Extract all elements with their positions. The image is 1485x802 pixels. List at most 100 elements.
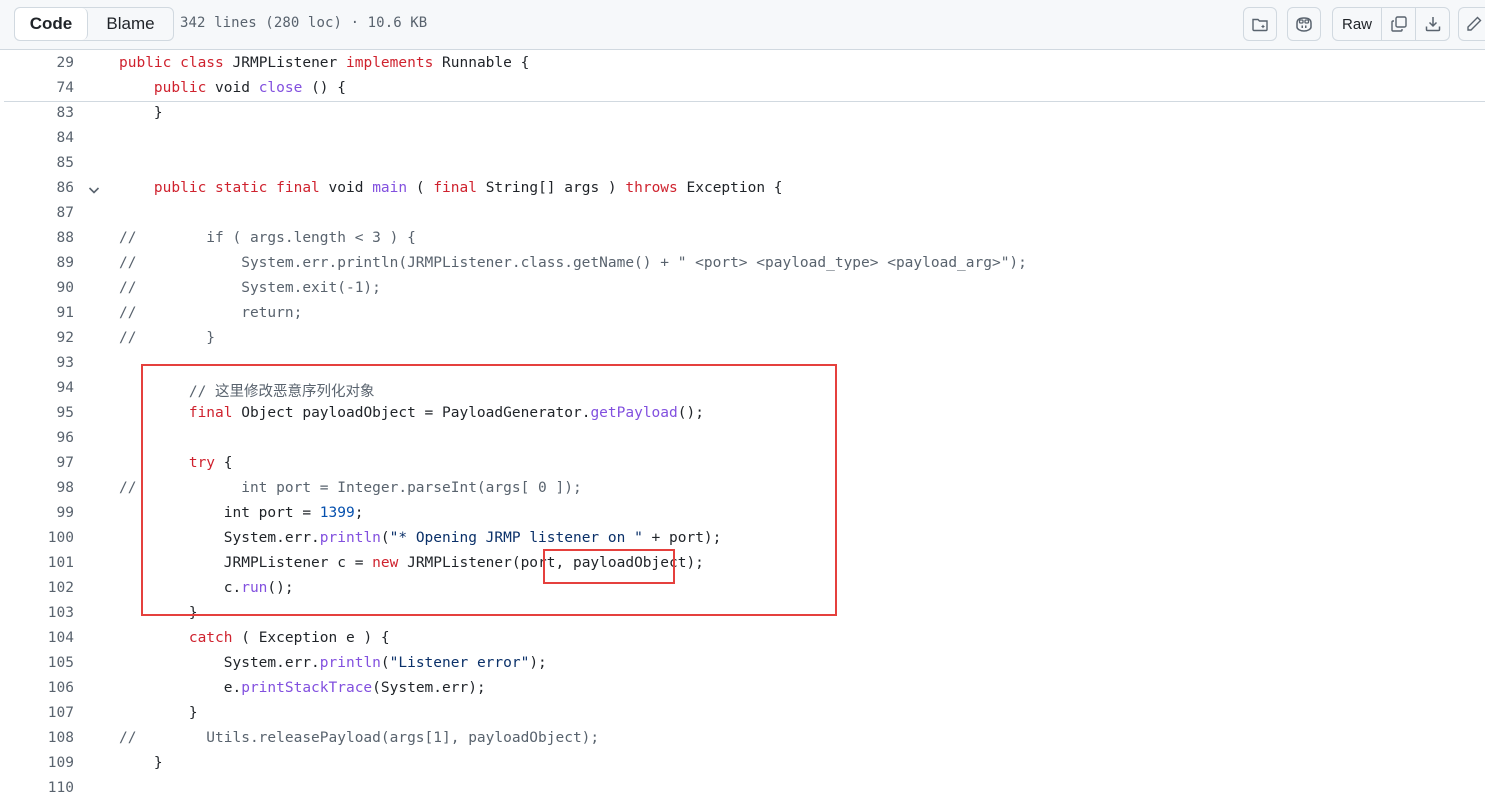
edit-pencil-icon xyxy=(1465,15,1483,33)
code-line: 93 xyxy=(0,352,1485,377)
line-number[interactable]: 90 xyxy=(22,280,74,296)
line-number[interactable]: 87 xyxy=(22,205,74,221)
code-line: 74 public void close () { xyxy=(0,77,1485,102)
line-number[interactable]: 95 xyxy=(22,405,74,421)
raw-button[interactable]: Raw xyxy=(1333,8,1381,40)
code-token: JRMPListener xyxy=(232,55,346,71)
copilot-button[interactable] xyxy=(1287,7,1321,41)
line-number[interactable]: 85 xyxy=(22,155,74,171)
line-number[interactable]: 97 xyxy=(22,455,74,471)
ask-copilot-folder-icon xyxy=(1251,15,1269,33)
line-number[interactable]: 84 xyxy=(22,130,74,146)
code-token: "* Opening JRMP listener on " xyxy=(389,530,643,546)
code-token: new xyxy=(372,555,408,571)
line-number[interactable]: 92 xyxy=(22,330,74,346)
code-token: e. xyxy=(119,680,242,696)
code-text: public class JRMPListener implements Run… xyxy=(119,55,529,71)
code-token: JRMPListener(port, payloadObject); xyxy=(407,555,704,571)
code-token: JRMPListener c = xyxy=(119,555,373,571)
line-number[interactable]: 96 xyxy=(22,430,74,446)
code-token: println xyxy=(319,530,381,546)
copilot-icon xyxy=(1294,15,1314,33)
line-number[interactable]: 110 xyxy=(22,780,74,796)
line-number[interactable]: 109 xyxy=(22,755,74,771)
code-text: // return; xyxy=(119,305,302,321)
line-number[interactable]: 98 xyxy=(22,480,74,496)
line-number[interactable]: 105 xyxy=(22,655,74,671)
download-icon xyxy=(1424,15,1442,33)
code-text: } xyxy=(119,605,198,621)
code-text: JRMPListener c = new JRMPListener(port, … xyxy=(119,555,704,571)
copy-icon xyxy=(1390,15,1408,33)
line-number[interactable]: 100 xyxy=(22,530,74,546)
line-number[interactable]: 108 xyxy=(22,730,74,746)
edit-button[interactable] xyxy=(1458,7,1485,41)
code-text: c.run(); xyxy=(119,580,294,596)
line-number[interactable]: 103 xyxy=(22,605,74,621)
code-line: 90 // System.exit(-1); xyxy=(0,277,1485,302)
code-line: 83 } xyxy=(0,102,1485,127)
code-line: 100 System.err.println("* Opening JRMP l… xyxy=(0,527,1485,552)
code-token: // int port = Integer.parseInt(args[ 0 ]… xyxy=(119,480,582,496)
line-number[interactable]: 88 xyxy=(22,230,74,246)
code-line: 87 xyxy=(0,202,1485,227)
code-token: void xyxy=(215,80,259,96)
download-button[interactable] xyxy=(1415,8,1449,40)
code-text: e.printStackTrace(System.err); xyxy=(119,680,486,696)
code-token: c. xyxy=(119,580,242,596)
code-text: } xyxy=(119,705,198,721)
line-number[interactable]: 86 xyxy=(22,180,74,196)
code-token: String[] args ) xyxy=(485,180,626,196)
line-number[interactable]: 83 xyxy=(22,105,74,121)
code-token: + port); xyxy=(642,530,722,546)
code-token: System.err. xyxy=(119,655,320,671)
code-line: 109 } xyxy=(0,752,1485,777)
code-token: // if ( args.length < 3 ) { xyxy=(119,230,416,246)
line-number[interactable]: 93 xyxy=(22,355,74,371)
code-line: 29 public class JRMPListener implements R… xyxy=(0,52,1485,77)
code-line: 99 int port = 1399; xyxy=(0,502,1485,527)
code-tab[interactable]: Code xyxy=(15,8,88,40)
copy-button[interactable] xyxy=(1381,8,1415,40)
code-text: // } xyxy=(119,330,215,346)
line-number[interactable]: 102 xyxy=(22,580,74,596)
code-token: ( xyxy=(380,530,390,546)
code-text: int port = 1399; xyxy=(119,505,364,521)
line-number[interactable]: 91 xyxy=(22,305,74,321)
code-text: // System.err.println(JRMPListener.class… xyxy=(119,255,1027,271)
blame-tab[interactable]: Blame xyxy=(88,8,173,40)
line-number[interactable]: 89 xyxy=(22,255,74,271)
line-number[interactable]: 104 xyxy=(22,630,74,646)
code-text: final Object payloadObject = PayloadGene… xyxy=(119,405,704,421)
code-line: 94 // 这里修改恶意序列化对象 xyxy=(0,377,1485,402)
code-text: System.err.println("* Opening JRMP liste… xyxy=(119,530,722,546)
code-text: } xyxy=(119,755,163,771)
chevron-down-icon[interactable] xyxy=(86,182,102,198)
code-token: run xyxy=(241,580,268,596)
line-number[interactable]: 99 xyxy=(22,505,74,521)
code-token: ( xyxy=(407,180,434,196)
code-token: final xyxy=(276,180,329,196)
code-token: println xyxy=(319,655,381,671)
line-number[interactable]: 94 xyxy=(22,380,74,396)
line-number[interactable]: 107 xyxy=(22,705,74,721)
line-number[interactable]: 101 xyxy=(22,555,74,571)
code-token: main xyxy=(372,180,408,196)
code-text: public static final void main ( final St… xyxy=(119,180,783,196)
line-number[interactable]: 29 xyxy=(22,55,74,71)
code-line: 103 } xyxy=(0,602,1485,627)
code-token: catch xyxy=(188,630,242,646)
code-line: 84 xyxy=(0,127,1485,152)
code-token: try xyxy=(188,455,224,471)
line-number[interactable]: 74 xyxy=(22,80,74,96)
ask-copilot-folder-button[interactable] xyxy=(1243,7,1277,41)
code-token: static xyxy=(215,180,277,196)
line-number[interactable]: 106 xyxy=(22,680,74,696)
code-line: 91 // return; xyxy=(0,302,1485,327)
code-token: class xyxy=(180,55,233,71)
code-token: throws xyxy=(625,180,687,196)
code-text: // if ( args.length < 3 ) { xyxy=(119,230,416,246)
